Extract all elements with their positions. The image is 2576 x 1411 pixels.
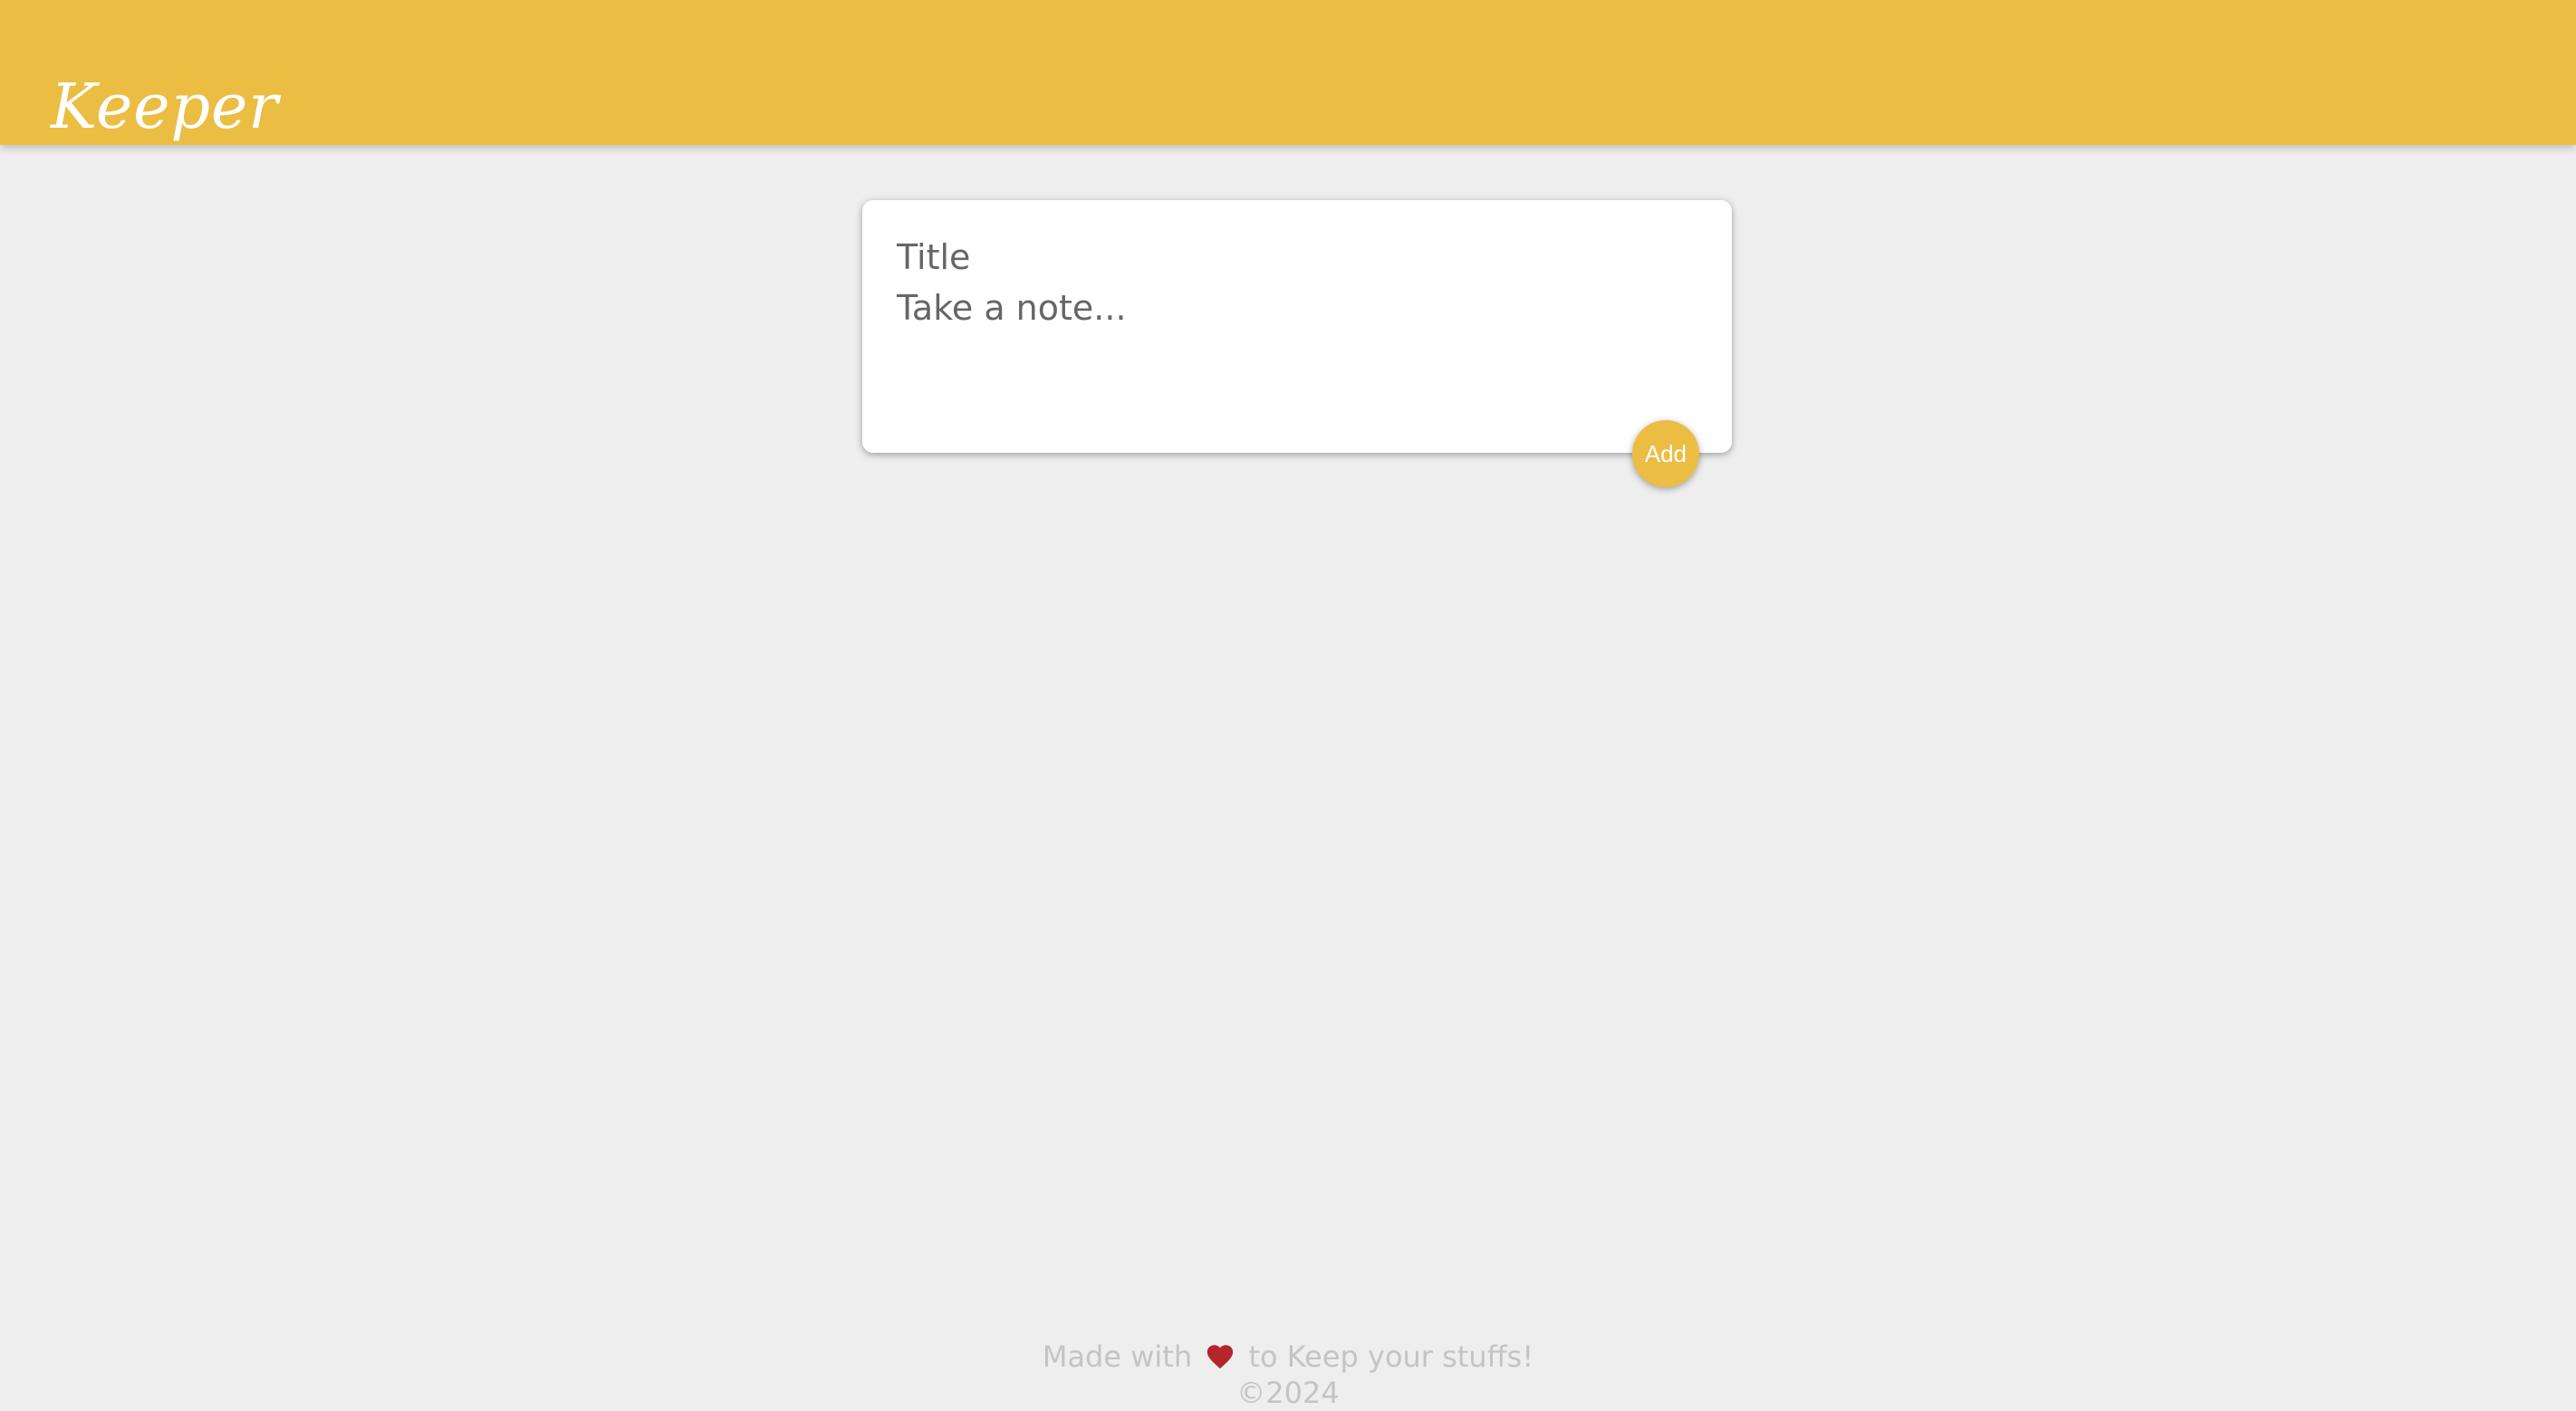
heart-icon [1205,1341,1235,1372]
create-note-form [862,200,1732,453]
copyright-text: ©2024 [1236,1376,1340,1410]
app-header: Keeper [0,0,2576,145]
tagline-suffix: to Keep your stuffs! [1248,1339,1534,1374]
app-logo: Keeper [51,71,279,143]
made-with-text: Made with [1042,1339,1193,1374]
page-footer: Made with to Keep your stuffs! ©2024 [0,1339,2576,1411]
note-content-textarea[interactable] [897,288,1694,406]
add-note-button[interactable]: Add [1632,420,1699,487]
footer-tagline: Made with to Keep your stuffs! [0,1339,2576,1375]
note-title-input[interactable] [897,234,1694,281]
